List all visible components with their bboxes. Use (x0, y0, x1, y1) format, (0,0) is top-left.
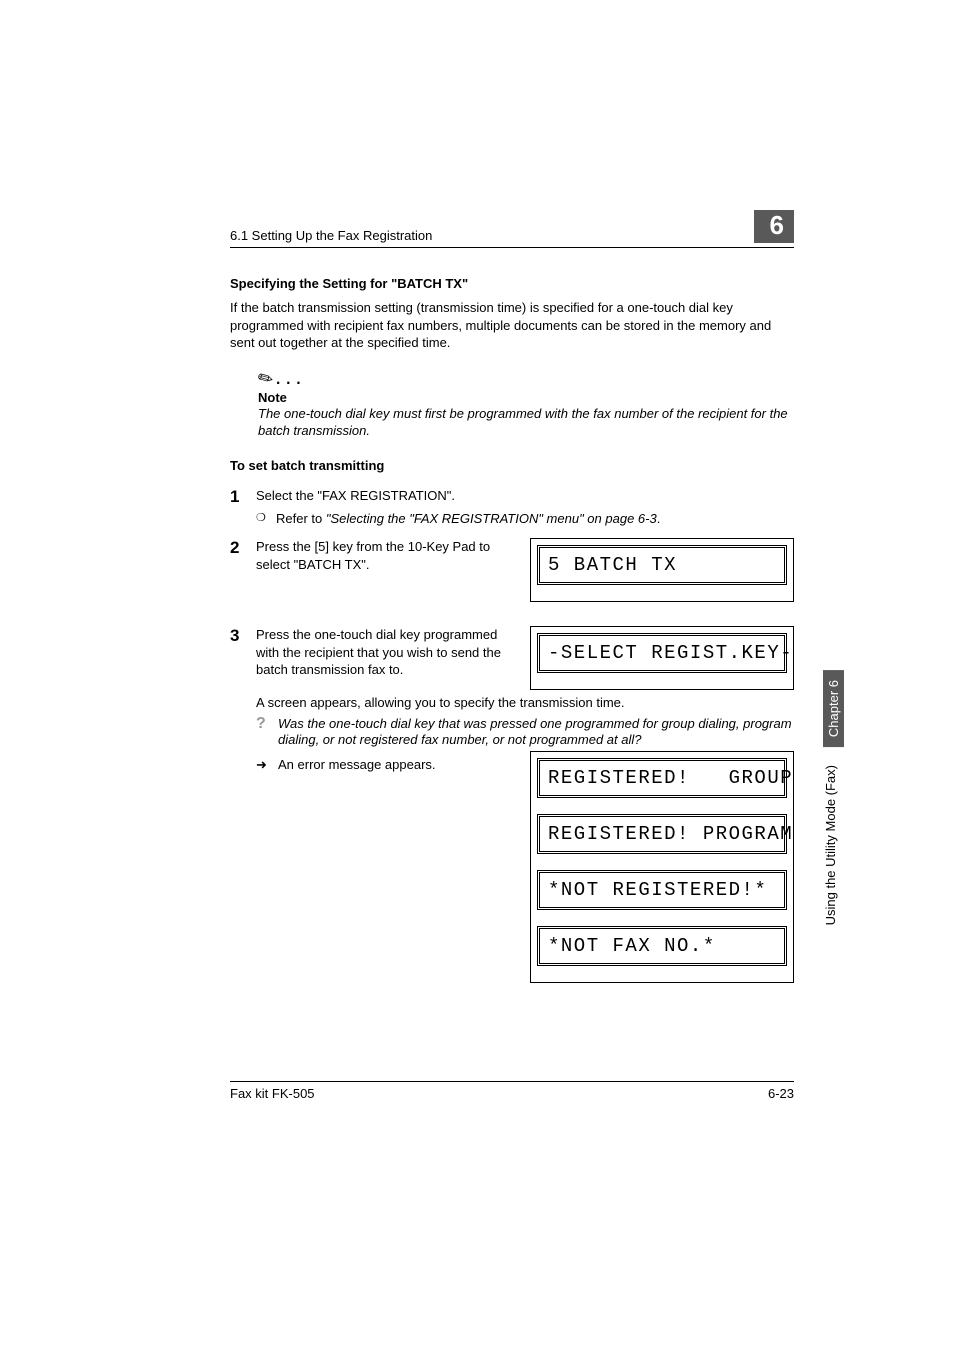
page-header: 6.1 Setting Up the Fax Registration 6 (230, 210, 794, 248)
lcd-text: 5 BATCH TX (537, 545, 787, 585)
arrow-text: An error message appears. (278, 757, 436, 773)
page-footer: Fax kit FK-505 6-23 (230, 1081, 794, 1101)
bullet-text: Refer to "Selecting the "FAX REGISTRATIO… (276, 510, 794, 528)
bullet-icon: ❍ (256, 510, 276, 528)
question-row: ? Was the one-touch dial key that was pr… (256, 716, 794, 750)
step-number: 2 (230, 538, 256, 573)
section-path: 6.1 Setting Up the Fax Registration (230, 228, 432, 243)
side-tab: Chapter 6 Using the Utility Mode (Fax) (823, 670, 849, 925)
step-number: 3 (230, 626, 256, 679)
step-3: 3 Press the one-touch dial key programme… (230, 626, 794, 690)
step-text: Press the [5] key from the 10-Key Pad to… (256, 538, 512, 573)
question-text: Was the one-touch dial key that was pres… (278, 716, 794, 750)
lcd-text: *NOT REGISTERED!* (537, 870, 787, 910)
note-text: The one-touch dial key must first be pro… (258, 405, 794, 440)
chapter-badge: 6 (754, 210, 794, 243)
note-block: ✎... Note The one-touch dial key must fi… (230, 366, 794, 440)
side-chapter-title: Using the Utility Mode (Fax) (823, 765, 842, 925)
lcd-text: *NOT FAX NO.* (537, 926, 787, 966)
step-number: 1 (230, 487, 256, 528)
arrow-icon: ➜ (256, 757, 278, 773)
step-1: 1 Select the "FAX REGISTRATION". ❍ Refer… (230, 487, 794, 528)
lcd-text: REGISTERED! PROGRAM (537, 814, 787, 854)
step-text: Press the one-touch dial key programmed … (256, 626, 512, 679)
lcd-text: -SELECT REGIST.KEY- (537, 633, 787, 673)
note-icon: ✎... (258, 366, 794, 388)
lcd-text: REGISTERED! GROUP (537, 758, 787, 798)
lcd-display: -SELECT REGIST.KEY- (530, 626, 794, 690)
footer-right: 6-23 (768, 1086, 794, 1101)
arrow-row: ➜ An error message appears. (256, 757, 512, 773)
side-chapter-label: Chapter 6 (823, 670, 844, 747)
question-icon: ? (256, 716, 278, 750)
lcd-error-stack: REGISTERED! GROUP REGISTERED! PROGRAM *N… (530, 751, 794, 983)
intro-paragraph: If the batch transmission setting (trans… (230, 299, 794, 352)
step-2: 2 Press the [5] key from the 10-Key Pad … (230, 538, 794, 602)
lcd-display: 5 BATCH TX (530, 538, 794, 602)
heading-to-set: To set batch transmitting (230, 458, 794, 473)
heading-batch-tx: Specifying the Setting for "BATCH TX" (230, 276, 794, 291)
footer-left: Fax kit FK-505 (230, 1086, 315, 1101)
step-after-text: A screen appears, allowing you to specif… (256, 694, 794, 712)
note-label: Note (258, 390, 794, 405)
step-text: Select the "FAX REGISTRATION". (256, 487, 794, 505)
